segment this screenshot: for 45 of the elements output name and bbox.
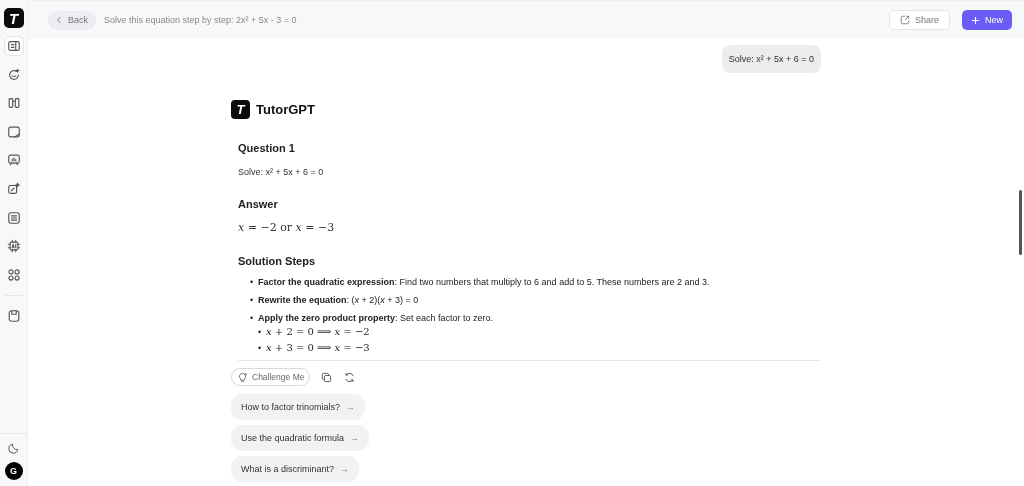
ai-chip-icon bbox=[6, 239, 21, 254]
share-icon bbox=[899, 15, 910, 25]
chart-board-icon bbox=[6, 153, 21, 168]
suggestion-button[interactable]: Use the quadratic formula → bbox=[231, 425, 370, 451]
list-icon bbox=[6, 210, 21, 225]
bullet: • bbox=[250, 276, 255, 288]
bullet: • bbox=[258, 342, 263, 354]
answer-text: x = −2 or x = −3 bbox=[238, 221, 335, 234]
share-button[interactable]: Share bbox=[888, 10, 950, 30]
step-text: x + 2 = 0 ⟹ x = −2 bbox=[266, 326, 370, 338]
bullet: • bbox=[250, 294, 255, 306]
section-heading: Answer bbox=[238, 198, 278, 210]
assistant-logo: T bbox=[231, 100, 250, 119]
logo[interactable]: T bbox=[3, 8, 24, 28]
avatar[interactable]: G bbox=[4, 462, 23, 480]
step-text: Factor the quadratic expression: Find two numbers that multiply to 6 and add to 5. These numbers are 2 and 3. bbox=[258, 276, 710, 288]
plus-icon bbox=[971, 15, 980, 25]
regenerate-button[interactable] bbox=[342, 370, 357, 384]
bullet: • bbox=[250, 312, 255, 324]
books-icon bbox=[6, 96, 21, 111]
new-button[interactable]: New bbox=[962, 10, 1012, 30]
step-text: Rewrite the equation: (x + 2)(x + 3) = 0 bbox=[258, 294, 419, 306]
grid-icon bbox=[6, 267, 21, 282]
suggestion-button[interactable]: How to factor trinomials? → bbox=[231, 394, 366, 420]
conversation-title: Solve this equation step by step: 2x² + 5x - 3 = 0 bbox=[104, 15, 298, 25]
bullet: • bbox=[258, 326, 263, 338]
assistant-name: TutorGPT bbox=[256, 102, 315, 117]
back-button[interactable]: Back bbox=[48, 10, 96, 30]
panel-button[interactable] bbox=[3, 36, 24, 56]
chevron-left-icon bbox=[56, 16, 62, 24]
user-message: Solve: x² + 5x + 6 = 0 bbox=[721, 45, 821, 73]
step-text: x + 3 = 0 ⟹ x = −3 bbox=[266, 342, 370, 354]
suggestion-button[interactable]: What is a discriminant? → bbox=[231, 456, 360, 482]
panel-icon bbox=[6, 39, 21, 53]
moon-icon[interactable] bbox=[7, 442, 20, 454]
scrollbar[interactable] bbox=[1019, 190, 1022, 255]
copy-button[interactable] bbox=[319, 370, 334, 384]
step-text: Apply the zero product property: Set each factor to zero. bbox=[258, 312, 494, 324]
notebook-icon bbox=[6, 309, 21, 324]
question-text: Solve: x² + 5x + 6 = 0 bbox=[238, 167, 324, 177]
section-heading: Question 1 bbox=[238, 142, 295, 154]
edit-sparkle-icon bbox=[6, 181, 21, 196]
challenge-button[interactable]: Challenge Me bbox=[231, 368, 311, 386]
lightbulb-icon bbox=[237, 371, 248, 383]
section-heading: Solution Steps bbox=[238, 255, 315, 267]
